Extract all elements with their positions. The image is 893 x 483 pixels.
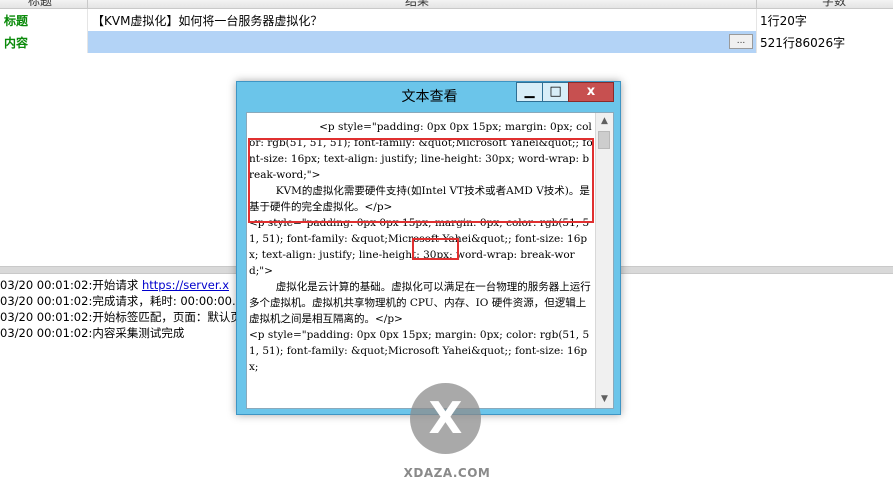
highlight-box-p-tag <box>248 138 594 223</box>
watermark-logo-icon: X <box>410 383 481 454</box>
scroll-down-arrow-icon[interactable]: ▼ <box>596 391 613 408</box>
header-col-result: 结果 <box>405 0 430 8</box>
content-count: 521行86026字 <box>760 36 846 50</box>
title-count: 1行20字 <box>760 14 807 28</box>
watermark-text: XDAZA.COM <box>403 466 491 480</box>
scroll-up-arrow-icon[interactable]: ▲ <box>596 113 613 130</box>
close-button[interactable]: x <box>568 82 614 102</box>
content-result-cell[interactable] <box>88 31 756 53</box>
view-content-button[interactable]: ... <box>729 34 753 49</box>
log-link[interactable]: https://server.x <box>142 278 229 292</box>
highlight-box-close-tag <box>412 238 459 260</box>
minimize-button[interactable]: ▁ <box>516 82 543 102</box>
table-row-content[interactable]: 内容 ... 521行86026字 <box>0 31 893 53</box>
table-header: 标题 结果 字数 <box>0 0 893 9</box>
scroll-thumb[interactable] <box>598 131 610 149</box>
row-label-content: 内容 <box>4 36 29 50</box>
vertical-scrollbar[interactable]: ▲ ▼ <box>595 113 613 408</box>
table-row-title[interactable]: 标题 【KVM虚拟化】如何将一台服务器虚拟化？ 1行20字 <box>0 9 893 31</box>
row-label-title: 标题 <box>4 14 29 28</box>
header-col-count: 字数 <box>822 0 847 8</box>
header-col-label: 标题 <box>28 0 53 8</box>
maximize-button[interactable]: □ <box>542 82 569 102</box>
title-result-cell[interactable]: 【KVM虚拟化】如何将一台服务器虚拟化？ <box>88 9 756 31</box>
